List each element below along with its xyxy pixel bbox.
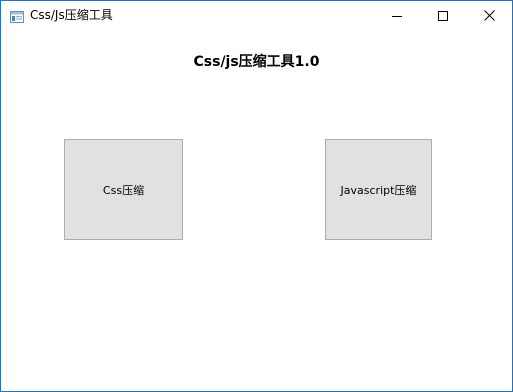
- title-bar[interactable]: Css/Js压缩工具: [1, 1, 512, 30]
- css-compress-button[interactable]: Css压缩: [64, 139, 183, 240]
- app-window-icon: [10, 8, 24, 23]
- close-button[interactable]: [466, 1, 512, 30]
- page-title: Css/js压缩工具1.0: [193, 54, 320, 70]
- js-compress-button[interactable]: Javascript压缩: [325, 139, 432, 240]
- minimize-button[interactable]: [374, 1, 420, 30]
- css-compress-label: Css压缩: [102, 183, 145, 197]
- close-icon: [483, 10, 495, 21]
- app-window: Css/Js压缩工具 Css/js压缩工具1.0 Css压缩 Javascrip…: [0, 0, 513, 392]
- minimize-icon: [392, 11, 402, 21]
- js-compress-label: Javascript压缩: [340, 183, 417, 197]
- maximize-icon: [438, 10, 448, 21]
- window-title: Css/Js压缩工具: [30, 8, 113, 22]
- maximize-button[interactable]: [420, 1, 466, 30]
